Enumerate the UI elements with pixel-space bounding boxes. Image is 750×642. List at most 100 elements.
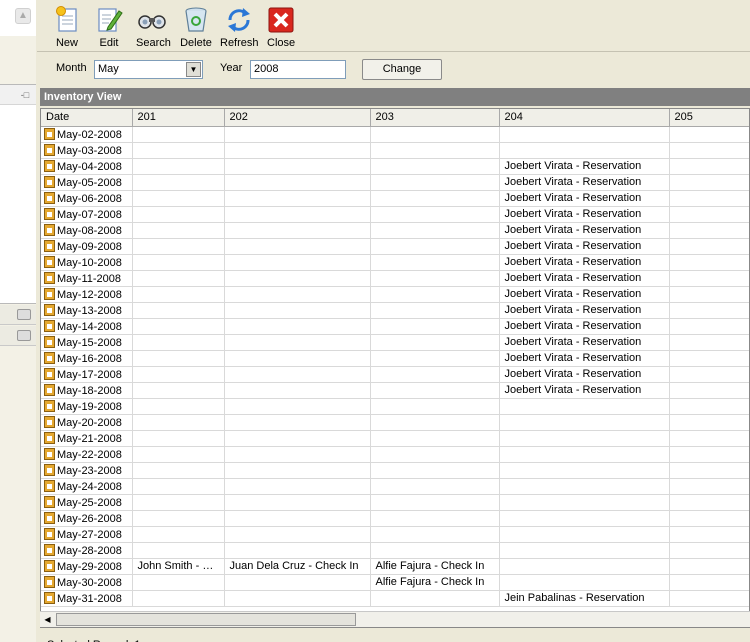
room-cell[interactable] [669, 366, 749, 383]
date-cell[interactable]: May-09-2008 [41, 238, 133, 255]
room-cell[interactable] [224, 270, 371, 287]
year-input[interactable]: 2008 [250, 60, 346, 79]
room-cell[interactable] [132, 190, 225, 207]
table-row[interactable]: May-27-2008 [41, 526, 749, 543]
inventory-grid[interactable]: Date 201 202 203 204 205 May-02-2008 May-03-20… [40, 108, 750, 628]
room-cell[interactable]: Joebert Virata - Reservation [499, 174, 670, 191]
table-row[interactable]: May-04-2008 Joebert Virata - Reservation [41, 158, 749, 175]
room-cell[interactable] [224, 350, 371, 367]
room-cell[interactable] [224, 334, 371, 351]
room-cell[interactable] [132, 126, 225, 143]
date-cell[interactable]: May-10-2008 [41, 254, 133, 271]
date-cell[interactable]: May-28-2008 [41, 542, 133, 559]
room-cell[interactable]: Joebert Virata - Reservation [499, 318, 670, 335]
room-cell[interactable] [499, 446, 670, 463]
table-row[interactable]: May-07-2008 Joebert Virata - Reservation [41, 206, 749, 223]
room-cell[interactable] [370, 270, 500, 287]
date-cell[interactable]: May-23-2008 [41, 462, 133, 479]
room-cell[interactable] [499, 574, 670, 591]
column-header[interactable]: Date [41, 109, 133, 127]
room-cell[interactable] [370, 366, 500, 383]
column-header[interactable]: 205 [669, 109, 749, 127]
room-cell[interactable] [499, 526, 670, 543]
room-cell[interactable] [370, 286, 500, 303]
room-cell[interactable]: Joebert Virata - Reservation [499, 206, 670, 223]
room-cell[interactable] [370, 254, 500, 271]
table-row[interactable]: May-22-2008 [41, 446, 749, 463]
date-cell[interactable]: May-20-2008 [41, 414, 133, 431]
room-cell[interactable] [669, 494, 749, 511]
table-row[interactable]: May-17-2008 Joebert Virata - Reservation [41, 366, 749, 383]
month-select[interactable]: May ▼ [94, 60, 203, 79]
table-row[interactable]: May-20-2008 [41, 414, 749, 431]
room-cell[interactable] [224, 190, 371, 207]
table-row[interactable]: May-05-2008 Joebert Virata - Reservation [41, 174, 749, 191]
collapse-up-icon[interactable]: ▲ [15, 8, 31, 24]
room-cell[interactable] [132, 382, 225, 399]
navigation-group-bar[interactable] [0, 326, 36, 346]
table-row[interactable]: May-08-2008 Joebert Virata - Reservation [41, 222, 749, 239]
room-cell[interactable] [224, 414, 371, 431]
chevron-down-icon[interactable]: ▼ [186, 62, 201, 77]
date-cell[interactable]: May-13-2008 [41, 302, 133, 319]
room-cell[interactable] [669, 398, 749, 415]
room-cell[interactable] [370, 142, 500, 159]
room-cell[interactable]: Joebert Virata - Reservation [499, 302, 670, 319]
room-cell[interactable]: Joebert Virata - Reservation [499, 222, 670, 239]
room-cell[interactable] [370, 222, 500, 239]
room-cell[interactable] [224, 142, 371, 159]
room-cell[interactable] [669, 286, 749, 303]
room-cell[interactable] [669, 382, 749, 399]
new-button[interactable]: New [53, 5, 81, 51]
room-cell[interactable] [499, 398, 670, 415]
table-row[interactable]: May-23-2008 [41, 462, 749, 479]
room-cell[interactable] [224, 398, 371, 415]
room-cell[interactable] [224, 174, 371, 191]
date-cell[interactable]: May-15-2008 [41, 334, 133, 351]
room-cell[interactable] [370, 350, 500, 367]
room-cell[interactable] [669, 574, 749, 591]
room-cell[interactable] [132, 350, 225, 367]
room-cell[interactable] [370, 446, 500, 463]
room-cell[interactable] [669, 350, 749, 367]
room-cell[interactable] [224, 430, 371, 447]
scrollbar-thumb[interactable] [56, 613, 356, 626]
room-cell[interactable] [370, 526, 500, 543]
room-cell[interactable] [370, 510, 500, 527]
date-cell[interactable]: May-17-2008 [41, 366, 133, 383]
room-cell[interactable] [669, 414, 749, 431]
room-cell[interactable] [224, 542, 371, 559]
room-cell[interactable] [132, 270, 225, 287]
room-cell[interactable] [669, 446, 749, 463]
date-cell[interactable]: May-11-2008 [41, 270, 133, 287]
room-cell[interactable] [499, 478, 670, 495]
room-cell[interactable] [224, 366, 371, 383]
room-cell[interactable]: Alfie Fajura - Check In [370, 574, 500, 591]
room-cell[interactable] [669, 510, 749, 527]
table-row[interactable]: May-31-2008 Jein Pabalinas - Reservation [41, 590, 749, 607]
room-cell[interactable] [669, 174, 749, 191]
room-cell[interactable] [224, 478, 371, 495]
table-row[interactable]: May-09-2008 Joebert Virata - Reservation [41, 238, 749, 255]
room-cell[interactable] [370, 334, 500, 351]
room-cell[interactable] [370, 174, 500, 191]
room-cell[interactable] [132, 414, 225, 431]
room-cell[interactable]: Joebert Virata - Reservation [499, 334, 670, 351]
room-cell[interactable] [669, 318, 749, 335]
room-cell[interactable] [370, 190, 500, 207]
room-cell[interactable] [370, 542, 500, 559]
room-cell[interactable] [132, 174, 225, 191]
room-cell[interactable] [370, 430, 500, 447]
room-cell[interactable] [669, 158, 749, 175]
column-header[interactable]: 202 [224, 109, 371, 127]
date-cell[interactable]: May-24-2008 [41, 478, 133, 495]
date-cell[interactable]: May-05-2008 [41, 174, 133, 191]
room-cell[interactable] [669, 126, 749, 143]
room-cell[interactable] [499, 462, 670, 479]
date-cell[interactable]: May-26-2008 [41, 510, 133, 527]
room-cell[interactable] [224, 494, 371, 511]
room-cell[interactable] [224, 238, 371, 255]
room-cell[interactable] [132, 238, 225, 255]
column-header[interactable]: 204 [499, 109, 670, 127]
room-cell[interactable] [224, 382, 371, 399]
